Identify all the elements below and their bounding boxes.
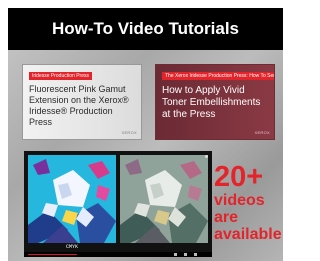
more-options-icon[interactable] bbox=[205, 155, 208, 158]
video-thumbnail-vivid-toner[interactable]: The Xerox Iridesse Production Press: How… bbox=[155, 64, 275, 140]
fullscreen-icon[interactable] bbox=[194, 253, 197, 256]
polar-bear-illustration bbox=[28, 159, 116, 243]
xerox-watermark: XEROX bbox=[121, 130, 137, 135]
video-thumbnail-fluorescent-pink[interactable]: Iridesse Production Press Fluorescent Pi… bbox=[22, 64, 142, 140]
captions-icon[interactable] bbox=[184, 253, 187, 256]
iridesse-print-sample bbox=[120, 155, 208, 243]
series-badge: Iridesse Production Press bbox=[29, 72, 92, 80]
card-title: How-To Video Tutorials bbox=[8, 8, 283, 50]
series-badge: The Xerox Iridesse Production Press: How… bbox=[162, 72, 274, 80]
video-title: How to Apply Vivid Toner Embellishments … bbox=[162, 85, 261, 120]
xerox-watermark: XEROX bbox=[254, 130, 270, 135]
polar-bear-illustration bbox=[120, 159, 208, 243]
video-title: Fluorescent Pink Gamut Extension on the … bbox=[29, 84, 129, 127]
callout-line-2: are bbox=[214, 209, 239, 226]
video-tutorials-card[interactable]: How-To Video Tutorials Iridesse Producti… bbox=[8, 8, 283, 261]
player-control-bar[interactable] bbox=[24, 252, 212, 257]
videos-available-callout: 20+ videos are available bbox=[214, 162, 282, 243]
cmyk-print-sample bbox=[28, 155, 116, 243]
video-player[interactable]: CMYK bbox=[24, 151, 212, 257]
cmyk-label: CMYK bbox=[65, 244, 78, 250]
progress-bar[interactable] bbox=[28, 254, 77, 255]
settings-icon[interactable] bbox=[174, 253, 177, 256]
video-count: 20+ bbox=[214, 161, 264, 193]
callout-line-3: available bbox=[214, 226, 282, 243]
callout-line-1: videos bbox=[214, 192, 265, 209]
